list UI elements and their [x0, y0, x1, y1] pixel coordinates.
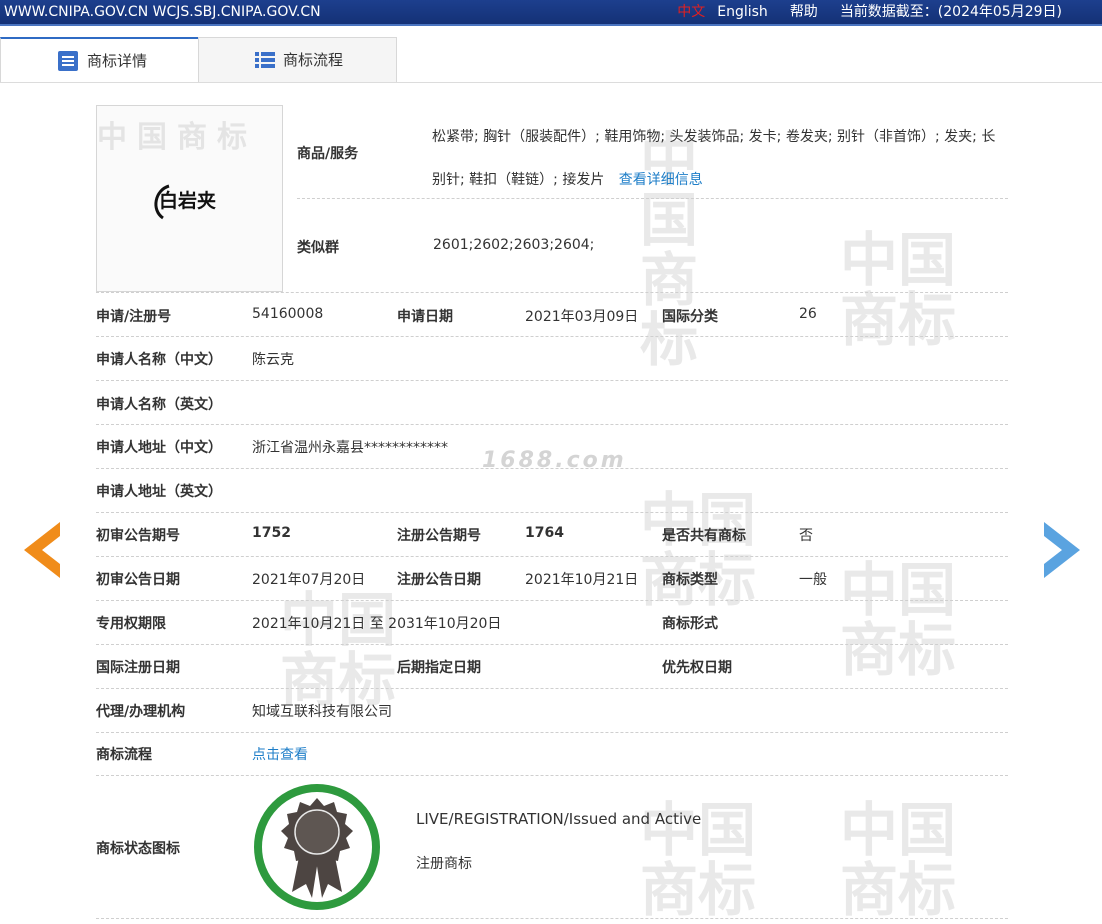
- reg-no-label: 申请/注册号: [96, 309, 172, 325]
- flow-view-link[interactable]: 点击查看: [252, 744, 308, 764]
- prelim-no-value: 1752: [252, 525, 291, 541]
- site-domains: WWW.CNIPA.GOV.CN WCJS.SBJ.CNIPA.GOV.CN: [4, 4, 321, 20]
- app-date-label: 申请日期: [397, 309, 453, 325]
- tab-bar: 商标详情 商标流程: [0, 37, 1102, 83]
- lang-chinese-link[interactable]: 中文: [677, 0, 705, 24]
- row-divider: [96, 468, 1008, 469]
- row-divider: [96, 556, 1008, 557]
- shared-value: 否: [799, 528, 813, 544]
- row-divider: [96, 512, 1008, 513]
- list-doc-icon: [58, 51, 78, 71]
- prev-arrow-icon[interactable]: [24, 522, 60, 578]
- intl-reg-date-label: 国际注册日期: [96, 660, 180, 676]
- tab-label: 商标详情: [87, 51, 148, 70]
- row-divider: [96, 775, 1008, 776]
- goods-detail-link[interactable]: 查看详细信息: [619, 172, 703, 188]
- app-date-value: 2021年03月09日: [525, 309, 639, 325]
- address-cn-value: 浙江省温州永嘉县************: [252, 440, 448, 456]
- reg-pub-date-value: 2021年10月21日: [525, 572, 639, 588]
- mark-type-value: 一般: [799, 572, 827, 588]
- list-icon: [255, 52, 275, 68]
- row-divider: [96, 600, 1008, 601]
- trademark-image: 中国商标 白岩夹: [96, 105, 283, 292]
- row-divider: [96, 336, 1008, 337]
- similar-group-value: 2601;2602;2603;2604;: [433, 237, 595, 253]
- row-divider: [96, 292, 1008, 293]
- watermark: 中国商标: [640, 486, 757, 614]
- row-divider: [96, 644, 1008, 645]
- later-date-label: 后期指定日期: [397, 660, 481, 676]
- intl-class-label: 国际分类: [662, 309, 718, 325]
- prelim-no-label: 初审公告期号: [96, 528, 180, 544]
- similar-group-label: 类似群: [297, 240, 339, 256]
- address-en-label: 申请人地址（英文）: [96, 484, 222, 500]
- logo-text: 白岩夹: [159, 190, 217, 212]
- status-chinese: 注册商标: [416, 856, 472, 872]
- lang-english-link[interactable]: English: [717, 0, 768, 24]
- registered-badge-icon: [254, 784, 380, 910]
- shared-label: 是否共有商标: [662, 528, 746, 544]
- site-watermark: 1688.com: [482, 448, 627, 473]
- data-date: 当前数据截至：(2024年05月29日): [839, 4, 1062, 20]
- prelim-date-label: 初审公告日期: [96, 572, 180, 588]
- top-bar: WWW.CNIPA.GOV.CN WCJS.SBJ.CNIPA.GOV.CN 中…: [0, 0, 1102, 24]
- top-bar-divider: [0, 24, 1102, 26]
- status-english: LIVE/REGISTRATION/Issued and Active: [416, 810, 702, 828]
- goods-list: 松紧带; 胸针（服装配件）; 鞋用饰物; 头发装饰品; 发卡; 卷发夹; 别针（…: [432, 116, 1007, 202]
- reg-pub-no-value: 1764: [525, 525, 564, 541]
- address-cn-label: 申请人地址（中文）: [96, 440, 222, 456]
- reg-pub-date-label: 注册公告日期: [397, 572, 481, 588]
- applicant-cn-label: 申请人名称（中文）: [96, 352, 222, 368]
- tab-trademark-flow[interactable]: 商标流程: [198, 37, 397, 82]
- row-divider: [96, 380, 1008, 381]
- tab-underline: [0, 82, 1102, 83]
- reg-no-value: 54160008: [252, 306, 324, 322]
- applicant-en-label: 申请人名称（英文）: [96, 397, 222, 413]
- flow-label: 商标流程: [96, 747, 152, 763]
- term-value: 2021年10月21日 至 2031年10月20日: [252, 616, 502, 632]
- row-divider: [96, 732, 1008, 733]
- reg-pub-no-label: 注册公告期号: [397, 528, 481, 544]
- term-label: 专用权期限: [96, 616, 166, 632]
- watermark: 中国商标: [97, 120, 257, 155]
- mark-type-label: 商标类型: [662, 572, 718, 588]
- prelim-date-value: 2021年07月20日: [252, 572, 366, 588]
- watermark: 中国商标: [840, 226, 957, 354]
- priority-date-label: 优先权日期: [662, 660, 732, 676]
- goods-text: 松紧带; 胸针（服装配件）; 鞋用饰物; 头发装饰品; 发卡; 卷发夹; 别针（…: [432, 129, 996, 188]
- tab-label: 商标流程: [283, 50, 344, 69]
- agent-label: 代理/办理机构: [96, 704, 186, 720]
- watermark: 中国商标: [280, 586, 397, 714]
- row-divider: [96, 424, 1008, 425]
- row-divider: [297, 198, 1008, 199]
- agent-value: 知域互联科技有限公司: [252, 704, 392, 720]
- applicant-cn-value: 陈云克: [252, 352, 294, 368]
- goods-label: 商品/服务: [297, 146, 359, 162]
- tab-trademark-detail[interactable]: 商标详情: [0, 37, 200, 83]
- mark-form-label: 商标形式: [662, 616, 718, 632]
- row-divider: [96, 918, 1008, 919]
- watermark: 中国商标: [840, 796, 957, 924]
- next-arrow-icon[interactable]: [1044, 522, 1080, 578]
- status-icon-label: 商标状态图标: [96, 841, 180, 857]
- row-divider: [96, 688, 1008, 689]
- intl-class-value: 26: [799, 306, 817, 322]
- watermark: 中国商标: [840, 556, 957, 684]
- help-link[interactable]: 帮助: [790, 0, 818, 24]
